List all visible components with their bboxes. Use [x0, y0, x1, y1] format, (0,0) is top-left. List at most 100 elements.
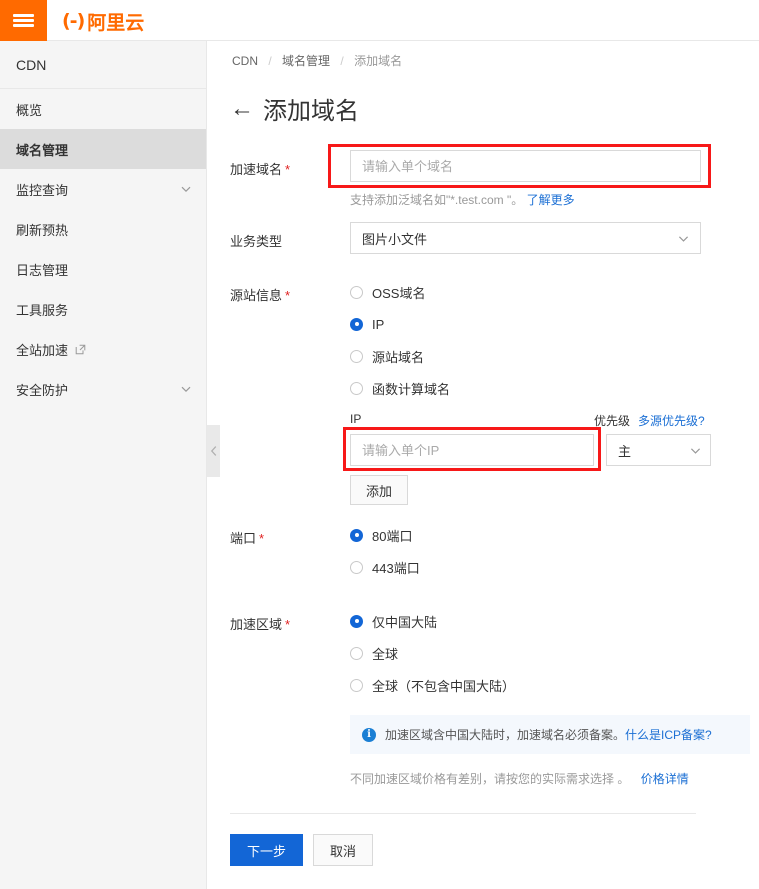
origin-option-fc-domain[interactable]: 函数计算域名 [350, 372, 759, 404]
business-type-selected-value: 图片小文件 [362, 229, 677, 248]
origin-ip-column-headers: IP 优先级 多源优先级? [350, 412, 759, 429]
sidebar-item-tool-service[interactable]: 工具服务 [0, 289, 206, 329]
icp-beian-link[interactable]: 什么是ICP备案? [625, 726, 712, 743]
sidebar-item-label: 日志管理 [16, 260, 192, 279]
port-option-label: 443端口 [372, 558, 420, 577]
add-domain-form: 加速域名* 支持添加泛域名如"*.test.com "。 了解更多 业务类型 图… [208, 150, 759, 866]
port-option-label: 80端口 [372, 526, 412, 545]
field-label-text: 端口 [230, 531, 256, 546]
sidebar-collapse-handle[interactable] [207, 425, 220, 477]
sidebar-item-dcdn[interactable]: 全站加速 [0, 329, 206, 369]
breadcrumb-item-cdn[interactable]: CDN [232, 54, 258, 68]
port-option-443[interactable]: 443端口 [350, 551, 759, 583]
sidebar-item-monitoring[interactable]: 监控查询 [0, 169, 206, 209]
price-note-text: 不同加速区域价格有差别，请按您的实际需求选择 。 [350, 772, 629, 786]
main-content: CDN / 域名管理 / 添加域名 ← 添加域名 加速域名* 支持添加泛域名如"… [208, 41, 759, 889]
field-label-origin: 源站信息* [230, 276, 350, 304]
required-marker: * [259, 531, 264, 546]
field-control-region: 仅中国大陆 全球 全球（不包含中国大陆） i 加速区域含中国大陆时，加速域名必须… [350, 605, 759, 787]
sidebar-item-label: 工具服务 [16, 300, 192, 319]
breadcrumb-separator: / [268, 54, 271, 68]
region-option-label: 仅中国大陆 [372, 612, 437, 631]
region-option-global-excl-mainland[interactable]: 全球（不包含中国大陆） [350, 669, 759, 701]
origin-option-label: OSS域名 [372, 283, 425, 302]
field-control-port: 80端口 443端口 [350, 519, 759, 583]
sidebar-item-log-management[interactable]: 日志管理 [0, 249, 206, 289]
field-row-region: 加速区域* 仅中国大陆 全球 全球（不包含中国大陆） i 加速区域含中国大陆时 [230, 605, 759, 787]
breadcrumb-item-add-domain: 添加域名 [354, 54, 402, 68]
origin-option-ip[interactable]: IP [350, 308, 759, 340]
field-row-port: 端口* 80端口 443端口 [230, 519, 759, 583]
chevron-down-icon [180, 383, 192, 395]
external-link-icon [75, 344, 86, 355]
hamburger-bar [13, 14, 34, 17]
origin-option-origin-domain[interactable]: 源站域名 [350, 340, 759, 372]
domain-hint-text: 支持添加泛域名如"*.test.com "。 [350, 193, 523, 207]
origin-ip-row: 主 [350, 434, 759, 466]
sidebar-item-refresh-prefetch[interactable]: 刷新预热 [0, 209, 206, 249]
page-title: ← 添加域名 [230, 91, 759, 126]
required-marker: * [285, 288, 290, 303]
chevron-down-icon [180, 183, 192, 195]
top-header-bar: (-) 阿里云 [0, 0, 759, 41]
info-icon: i [362, 728, 376, 742]
sidebar-item-label: 安全防护 [16, 380, 180, 399]
chevron-down-icon [689, 444, 702, 457]
field-label-text: 源站信息 [230, 288, 282, 303]
back-arrow-icon[interactable]: ← [230, 97, 254, 121]
field-label-domain: 加速域名* [230, 150, 350, 178]
sidebar-item-label: 刷新预热 [16, 220, 192, 239]
origin-option-label: 源站域名 [372, 347, 424, 366]
required-marker: * [285, 617, 290, 632]
sidebar-item-label: 全站加速 [16, 340, 68, 359]
region-option-label: 全球 [372, 644, 398, 663]
origin-option-oss[interactable]: OSS域名 [350, 276, 759, 308]
form-divider [230, 813, 696, 814]
region-option-global[interactable]: 全球 [350, 637, 759, 669]
priority-selected-value: 主 [618, 441, 689, 460]
radio-icon-checked [350, 318, 363, 331]
domain-input[interactable] [350, 150, 701, 182]
hamburger-bar [13, 19, 34, 22]
add-origin-button[interactable]: 添加 [350, 475, 408, 505]
page-title-text: 添加域名 [263, 91, 359, 126]
required-marker: * [285, 162, 290, 177]
spacer [230, 254, 759, 276]
sidebar-item-domain-management[interactable]: 域名管理 [0, 129, 206, 169]
sidebar-item-label: 监控查询 [16, 180, 180, 199]
hamburger-menu-icon[interactable] [0, 0, 47, 41]
origin-ip-input[interactable] [350, 434, 594, 466]
breadcrumb-item-domain-management[interactable]: 域名管理 [282, 54, 330, 68]
field-row-origin: 源站信息* OSS域名 IP 源站域名 函数计算域名 [230, 276, 759, 505]
next-step-button[interactable]: 下一步 [230, 834, 303, 866]
price-detail-link[interactable]: 价格详情 [641, 772, 689, 786]
multi-origin-priority-link[interactable]: 多源优先级? [638, 412, 705, 429]
port-option-80[interactable]: 80端口 [350, 519, 759, 551]
aliyun-logo[interactable]: (-) 阿里云 [62, 9, 144, 33]
spacer [230, 583, 759, 605]
radio-icon-checked [350, 529, 363, 542]
field-control-business-type: 图片小文件 [350, 222, 759, 254]
learn-more-link[interactable]: 了解更多 [527, 193, 575, 207]
field-control-domain: 支持添加泛域名如"*.test.com "。 了解更多 [350, 150, 759, 208]
priority-select[interactable]: 主 [606, 434, 711, 466]
field-label-port: 端口* [230, 519, 350, 547]
radio-icon [350, 679, 363, 692]
business-type-select[interactable]: 图片小文件 [350, 222, 701, 254]
sidebar-item-security-protection[interactable]: 安全防护 [0, 369, 206, 409]
field-label-text: 加速域名 [230, 162, 282, 177]
field-label-text: 业务类型 [230, 234, 282, 249]
cancel-button[interactable]: 取消 [313, 834, 373, 866]
chevron-down-icon [677, 232, 690, 245]
field-row-domain: 加速域名* 支持添加泛域名如"*.test.com "。 了解更多 [230, 150, 759, 208]
priority-column-headers: 优先级 多源优先级? [594, 412, 705, 429]
aliyun-logo-mark: (-) [62, 10, 84, 32]
radio-icon-checked [350, 615, 363, 628]
sidebar-item-overview[interactable]: 概览 [0, 89, 206, 129]
region-option-mainland-only[interactable]: 仅中国大陆 [350, 605, 759, 637]
ip-column-label: IP [350, 412, 594, 429]
radio-icon [350, 350, 363, 363]
hamburger-bar [13, 24, 34, 27]
sidebar-item-label: 域名管理 [16, 140, 192, 159]
origin-option-label: IP [372, 317, 384, 332]
